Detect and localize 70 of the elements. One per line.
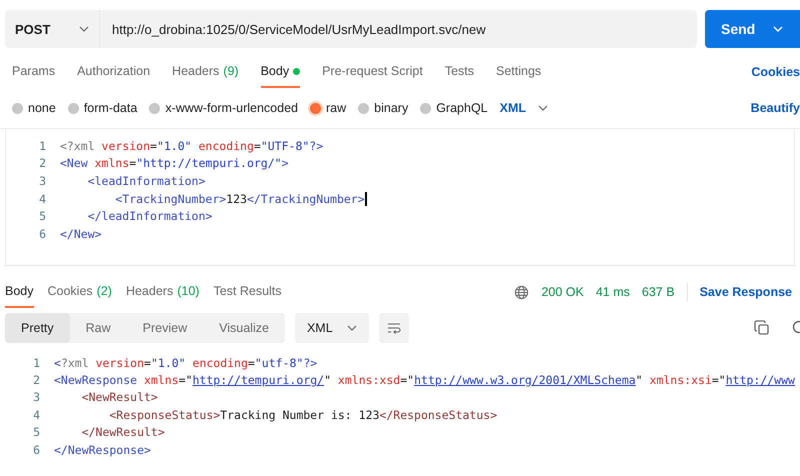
- chevron-down-icon: [773, 26, 784, 32]
- code-line: <TrackingNumber>123</TrackingNumber>: [114, 192, 365, 206]
- cookies-link[interactable]: Cookies: [751, 65, 800, 79]
- code-line: <NewResponse xmlns="http://tempuri.org/" xmlns:xsd="http://www.w3.org/2001/XMLSchema" xmlns:xsi="http://www: [54, 373, 795, 388]
- response-size: 637 B: [642, 285, 675, 299]
- code-line: <leadInformation>: [86, 174, 206, 188]
- radio-label[interactable]: none: [28, 101, 56, 115]
- radio-label[interactable]: x-www-form-urlencoded: [165, 101, 298, 115]
- response-tab[interactable]: Cookies (2): [48, 276, 112, 308]
- view-mode-tab[interactable]: Preview: [126, 313, 204, 343]
- line-number: 4: [38, 192, 47, 206]
- globe-icon[interactable]: [514, 284, 530, 300]
- request-tab[interactable]: Body: [260, 56, 300, 88]
- line-number: 1: [32, 356, 41, 370]
- view-mode-tab[interactable]: Visualize: [203, 313, 285, 343]
- line-number: 1: [38, 138, 47, 153]
- line-number: 3: [32, 390, 41, 404]
- line-number: 5: [38, 209, 47, 224]
- method-dropdown[interactable]: POST: [5, 10, 100, 48]
- request-tab[interactable]: Tests: [444, 56, 474, 88]
- line-number: 2: [38, 156, 47, 170]
- beautify-link[interactable]: Beautify: [750, 101, 800, 115]
- radio-button[interactable]: [12, 102, 23, 114]
- code-line: </leadInformation>: [86, 209, 212, 224]
- line-number: 6: [32, 442, 41, 457]
- save-response-link[interactable]: Save Response: [700, 285, 792, 299]
- radio-button[interactable]: [310, 102, 321, 114]
- copy-icon[interactable]: [754, 320, 770, 336]
- radio-label[interactable]: GraphQL: [436, 101, 488, 115]
- request-tab[interactable]: Params: [12, 56, 56, 88]
- status-code: 200 OK: [541, 285, 584, 299]
- response-tab[interactable]: Test Results: [213, 276, 282, 308]
- code-line: <ResponseStatus>Tracking Number is: 123</ResponseStatus>: [108, 408, 498, 422]
- send-button[interactable]: Send: [705, 10, 800, 48]
- chevron-down-icon: [346, 325, 357, 331]
- url-field[interactable]: http://o_drobina:1025/0/ServiceModel/UsrMyLeadImport.svc/new: [100, 10, 697, 48]
- view-mode-tab[interactable]: Raw: [70, 313, 127, 343]
- chevron-down-icon: [79, 26, 89, 32]
- code-line: </NewResponse>: [54, 442, 151, 457]
- response-tab[interactable]: Headers (10): [126, 276, 200, 308]
- line-number: 4: [32, 408, 41, 422]
- wrap-lines-icon: [386, 321, 402, 335]
- radio-button[interactable]: [68, 102, 79, 114]
- request-tab[interactable]: Settings: [496, 56, 542, 88]
- line-number: 5: [32, 425, 41, 440]
- code-line: <NewResult>: [80, 390, 158, 404]
- radio-button[interactable]: [358, 102, 370, 114]
- chevron-down-icon: [538, 105, 548, 111]
- line-number: 3: [38, 174, 47, 188]
- radio-label[interactable]: binary: [374, 101, 408, 115]
- wrap-lines-button[interactable]: [378, 313, 409, 343]
- radio-label[interactable]: form-data: [84, 101, 138, 115]
- code-line: </New>: [60, 226, 102, 241]
- radio-button[interactable]: [420, 102, 432, 114]
- response-time: 41 ms: [596, 285, 630, 299]
- code-line: <New xmlns="http://tempuri.org/">: [60, 156, 289, 170]
- line-number: 2: [32, 373, 41, 388]
- format-dropdown[interactable]: XML: [294, 313, 369, 343]
- line-number: 6: [38, 226, 47, 241]
- code-line: </NewResult>: [80, 425, 165, 440]
- request-tab[interactable]: Headers (9): [172, 56, 239, 88]
- response-tab[interactable]: Body: [5, 276, 34, 308]
- format-dropdown[interactable]: XML: [500, 101, 526, 115]
- code-line: <?xml version="1.0" encoding="UTF-8"?>: [60, 138, 324, 153]
- request-tab[interactable]: Pre-request Script: [322, 56, 423, 88]
- request-tab[interactable]: Authorization: [77, 56, 150, 88]
- radio-label[interactable]: raw: [326, 101, 346, 115]
- code-line: <?xml version="1.0" encoding="utf-8"?>: [54, 356, 318, 370]
- view-mode-tab[interactable]: Pretty: [5, 313, 70, 343]
- radio-button[interactable]: [149, 102, 160, 114]
